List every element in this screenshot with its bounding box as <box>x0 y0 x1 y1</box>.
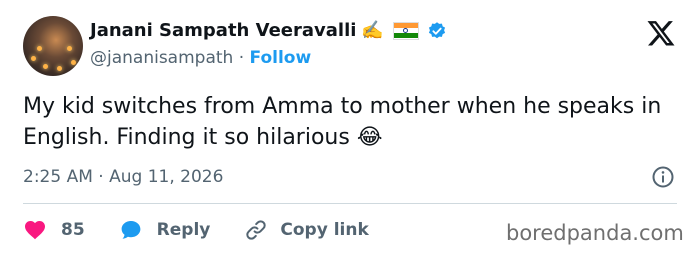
author-name-row: Janani Sampath Veeravalli ✍️ <box>90 20 447 41</box>
author-handle-row: @jananisampath · Follow <box>90 48 311 68</box>
tweet-body: My kid switches from Amma to mother when… <box>23 94 662 150</box>
divider <box>23 203 677 204</box>
laughing-emoji: 😂 <box>356 125 383 150</box>
info-icon[interactable] <box>651 165 675 189</box>
avatar-lamp <box>37 46 42 51</box>
speech-bubble-icon <box>121 221 141 239</box>
avatar-lamp <box>67 46 72 51</box>
heart-icon <box>25 221 45 240</box>
reply-button[interactable]: Reply <box>119 218 211 242</box>
link-icon <box>246 220 267 240</box>
verified-badge-icon <box>428 21 445 38</box>
copy-link-button[interactable]: Copy link <box>244 218 369 242</box>
copy-link-label: Copy link <box>280 220 369 240</box>
like-button[interactable]: 85 <box>23 218 85 242</box>
tweet-time: 2:25 AM <box>23 167 93 187</box>
avatar[interactable] <box>23 16 83 76</box>
x-logo-icon[interactable] <box>646 18 676 48</box>
tweet-text: My kid switches from Amma to mother when… <box>23 91 663 153</box>
author-display-name[interactable]: Janani Sampath Veeravalli <box>90 20 356 41</box>
reply-label: Reply <box>156 220 211 240</box>
avatar-lamp <box>43 64 48 69</box>
avatar-lamp <box>31 56 36 61</box>
tweet-actions: 85 Reply Copy link <box>23 216 369 244</box>
writing-hand-emoji: ✍️ <box>361 19 384 41</box>
handle-separator: · <box>238 48 245 68</box>
tweet-timestamp[interactable]: 2:25 AM · Aug 11, 2026 <box>23 167 223 187</box>
author-handle[interactable]: @jananisampath <box>90 48 233 68</box>
boredpanda-watermark: boredpanda.com <box>506 221 684 245</box>
avatar-lamp <box>71 60 76 65</box>
india-flag-icon <box>392 21 419 40</box>
like-count: 85 <box>61 220 85 240</box>
avatar-lamp <box>57 66 62 71</box>
tweet-date: Aug 11, 2026 <box>109 167 224 187</box>
timestamp-separator: · <box>98 167 104 187</box>
follow-button[interactable]: Follow <box>250 48 312 68</box>
